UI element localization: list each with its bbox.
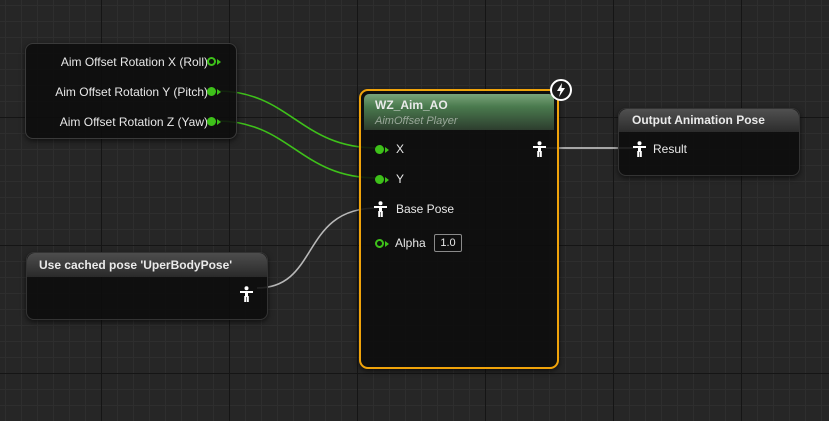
- pin-alpha-input[interactable]: [375, 239, 384, 248]
- output-pose-title: Output Animation Pose: [632, 113, 765, 127]
- pin-label-pitch: Aim Offset Rotation Y (Pitch): [55, 85, 208, 99]
- input-variables-node[interactable]: Aim Offset Rotation X (Roll) Aim Offset …: [25, 43, 237, 139]
- pin-y-arrow-icon: [385, 177, 389, 183]
- pin-roll-arrow-icon: [217, 59, 221, 65]
- alpha-value-field[interactable]: 1.0: [434, 234, 462, 252]
- wire-yaw-to-y[interactable]: [216, 120, 378, 179]
- pin-pitch-output[interactable]: [207, 87, 216, 96]
- pose-pin-icon[interactable]: [633, 141, 646, 157]
- pin-y-input[interactable]: [375, 175, 384, 184]
- use-cached-pose-node[interactable]: Use cached pose 'UperBodyPose': [26, 252, 268, 320]
- pin-x-arrow-icon: [385, 147, 389, 153]
- cached-pose-title: Use cached pose 'UperBodyPose': [39, 258, 233, 272]
- output-animation-pose-node[interactable]: Output Animation Pose Result: [618, 108, 800, 176]
- pin-alpha-arrow-icon: [385, 241, 389, 247]
- pin-pitch-arrow-icon: [217, 89, 221, 95]
- node-title: WZ_Aim_AO: [375, 98, 448, 112]
- pose-output-pin-icon[interactable]: [533, 141, 546, 157]
- pin-label-base-pose: Base Pose: [396, 202, 455, 216]
- pose-pin-icon[interactable]: [374, 201, 387, 217]
- pin-label-yaw: Aim Offset Rotation Z (Yaw): [59, 115, 208, 129]
- pin-label-x: X: [396, 142, 405, 156]
- pin-label-roll: Aim Offset Rotation X (Roll): [60, 55, 208, 69]
- wire-pitch-to-x[interactable]: [216, 90, 378, 149]
- lightning-icon: [550, 79, 572, 101]
- node-subtitle: AimOffset Player: [375, 115, 458, 127]
- pin-roll-output[interactable]: [207, 57, 216, 66]
- pose-pin-icon[interactable]: [240, 286, 253, 302]
- pin-yaw-output[interactable]: [207, 117, 216, 126]
- pin-label-y: Y: [396, 172, 405, 186]
- pin-label-alpha: Alpha: [395, 236, 426, 250]
- pin-x-input[interactable]: [375, 145, 384, 154]
- aimoffset-player-node[interactable]: WZ_Aim_AO AimOffset Player X Y Base Pose…: [359, 89, 559, 369]
- pin-label-result: Result: [653, 142, 688, 156]
- pin-yaw-arrow-icon: [217, 119, 221, 125]
